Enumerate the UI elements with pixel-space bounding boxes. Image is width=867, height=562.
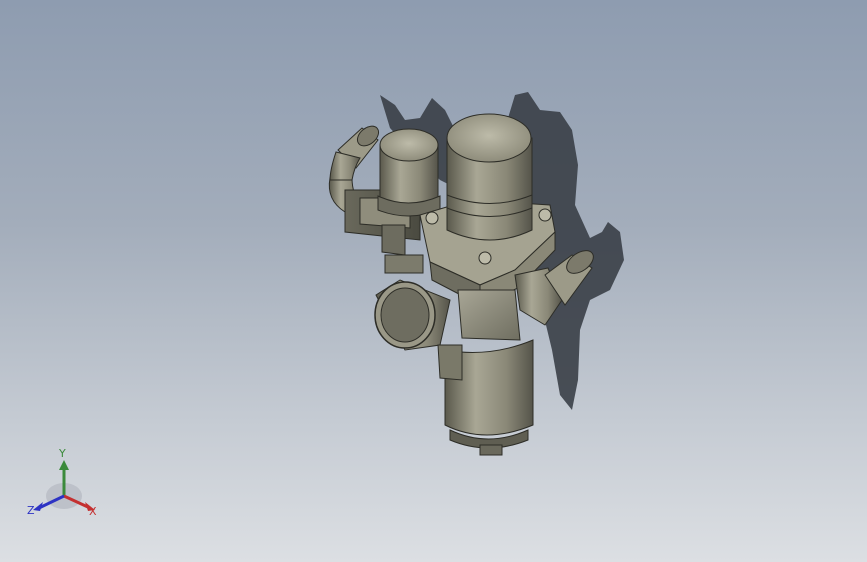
cad-viewport[interactable]: Y Z X [0,0,867,562]
y-axis-label: Y [59,447,66,460]
cad-model[interactable] [0,0,867,562]
axis-triad: Y Z X [22,448,112,528]
x-axis-label: X [89,505,97,518]
pressure-gauge [374,279,451,351]
axis-triad-graphic [33,460,95,511]
filter-bowl [437,289,534,456]
main-cylinder-cap [446,113,533,241]
left-cylinder-cap [377,128,441,217]
z-axis-label: Z [27,504,35,517]
